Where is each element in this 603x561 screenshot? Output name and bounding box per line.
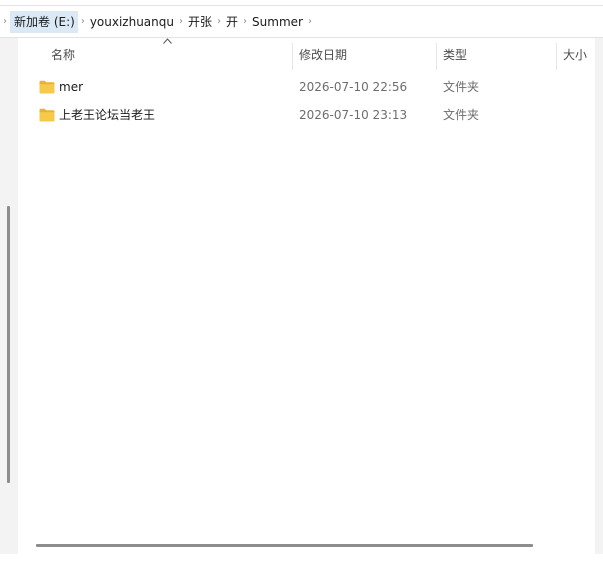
column-header-size[interactable]: 大小 [563, 40, 587, 70]
list-item[interactable]: mer 2026-07-10 22:56 文件夹 [19, 74, 595, 100]
horizontal-scrollbar[interactable] [36, 544, 533, 547]
column-header-type[interactable]: 类型 [443, 40, 467, 70]
column-divider[interactable] [556, 43, 557, 70]
column-header-name[interactable]: 名称 [51, 40, 75, 70]
breadcrumb-item-youxizhuanqu[interactable]: youxizhuanqu [88, 11, 176, 33]
folder-icon [39, 108, 55, 122]
folder-icon [39, 80, 55, 94]
file-modified-date: 2026-07-10 23:13 [299, 108, 408, 122]
breadcrumb-separator-icon[interactable]: › [214, 16, 224, 27]
breadcrumb-separator-icon[interactable]: › [0, 16, 10, 27]
file-name[interactable]: mer [59, 74, 83, 100]
breadcrumb-separator-icon[interactable]: › [240, 16, 250, 27]
breadcrumb: › 新加卷 (E:) › youxizhuanqu › 开张 › 开 › Sum… [0, 6, 315, 37]
column-header-date[interactable]: 修改日期 [299, 40, 347, 70]
breadcrumb-item-kaizhang[interactable]: 开张 [186, 11, 214, 33]
list-item[interactable]: 上老王论坛当老王 2026-07-10 23:13 文件夹 [19, 102, 595, 128]
file-type: 文件夹 [443, 108, 480, 122]
address-bar[interactable]: › 新加卷 (E:) › youxizhuanqu › 开张 › 开 › Sum… [0, 5, 603, 38]
right-edge [595, 38, 603, 554]
breadcrumb-item-kai[interactable]: 开 [224, 11, 240, 33]
file-type: 文件夹 [443, 80, 480, 94]
file-name[interactable]: 上老王论坛当老王 [59, 102, 155, 128]
column-divider[interactable] [292, 43, 293, 70]
file-modified-date: 2026-07-10 22:56 [299, 80, 408, 94]
navigation-pane [0, 38, 18, 554]
column-divider[interactable] [436, 43, 437, 70]
breadcrumb-separator-icon[interactable]: › [176, 16, 186, 27]
breadcrumb-separator-icon[interactable]: › [305, 16, 315, 27]
column-headers: 名称 修改日期 类型 大小 [19, 40, 603, 70]
breadcrumb-item-drive[interactable]: 新加卷 (E:) [10, 10, 78, 33]
navigation-scrollbar[interactable] [7, 206, 10, 483]
breadcrumb-separator-icon[interactable]: › [78, 16, 88, 27]
breadcrumb-item-summer[interactable]: Summer [250, 11, 305, 33]
bottom-edge [0, 554, 603, 561]
